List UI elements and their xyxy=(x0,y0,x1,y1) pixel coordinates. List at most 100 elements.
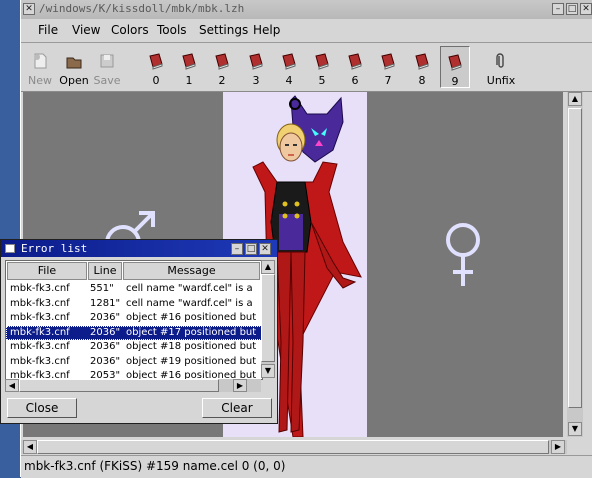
cell-file: mbk-fk3.cnf xyxy=(10,326,70,338)
open-button[interactable]: Open xyxy=(57,46,91,88)
set-label: 1 xyxy=(185,74,193,87)
save-label: Save xyxy=(93,74,121,87)
paperclip-icon xyxy=(496,53,504,68)
toolbar: New Open Save Unfix 0 1 2 3 4 5 6 7 8 9 xyxy=(21,43,592,92)
open-folder-icon xyxy=(66,57,82,69)
error-hscroll-thumb[interactable] xyxy=(19,379,219,392)
minimize-icon[interactable]: – xyxy=(552,3,564,15)
set-2-button[interactable]: 2 xyxy=(207,46,237,88)
book-icon xyxy=(448,54,462,71)
vertical-scroll-thumb[interactable] xyxy=(568,108,582,408)
book-icon xyxy=(348,53,362,70)
error-table[interactable]: File Line Message mbk-fk3.cnf 551" cell na… xyxy=(5,260,263,380)
error-horizontal-scrollbar[interactable]: ◀ ▶ xyxy=(5,379,261,392)
dialog-close-icon[interactable]: ✕ xyxy=(259,243,271,255)
vertical-scrollbar[interactable]: ▲ ▼ xyxy=(567,92,583,437)
book-icon xyxy=(215,53,229,70)
set-label: 0 xyxy=(152,74,160,87)
column-header-message[interactable]: Message xyxy=(123,262,260,280)
new-button[interactable]: New xyxy=(25,46,55,88)
set-9-button[interactable]: 9 xyxy=(440,46,470,88)
error-scroll-down-icon[interactable]: ▼ xyxy=(261,364,275,378)
set-label: 6 xyxy=(351,74,359,87)
book-icon xyxy=(182,53,196,70)
cell-message: cell name "wardf.cel" is a xyxy=(126,297,253,309)
set-5-button[interactable]: 5 xyxy=(307,46,337,88)
set-4-button[interactable]: 4 xyxy=(274,46,304,88)
book-icon xyxy=(149,53,163,70)
close-button[interactable]: Close xyxy=(7,398,77,418)
table-row[interactable]: mbk-fk3.cnf 2036" object #18 positioned bu… xyxy=(6,340,262,354)
menu-colors[interactable]: Colors xyxy=(111,23,149,37)
scroll-down-icon[interactable]: ▼ xyxy=(568,422,582,436)
dialog-minimize-icon[interactable]: – xyxy=(231,243,243,255)
error-scroll-right-icon[interactable]: ▶ xyxy=(233,379,247,392)
cell-file: mbk-fk3.cnf xyxy=(10,355,70,367)
error-list-titlebar[interactable]: Error list – □ ✕ xyxy=(1,240,277,257)
status-text: mbk-fk3.cnf (FKiSS) #159 name.cel 0 (0, … xyxy=(24,459,286,473)
set-0-button[interactable]: 0 xyxy=(141,46,171,88)
close-icon[interactable]: ✕ xyxy=(580,3,592,15)
menu-tools[interactable]: Tools xyxy=(157,23,187,37)
save-disk-icon xyxy=(100,54,114,68)
menu-help[interactable]: Help xyxy=(253,23,280,37)
set-6-button[interactable]: 6 xyxy=(340,46,370,88)
cell-file: mbk-fk3.cnf xyxy=(10,297,70,309)
clear-button[interactable]: Clear xyxy=(202,398,272,418)
set-label: 5 xyxy=(318,74,326,87)
set-3-button[interactable]: 3 xyxy=(241,46,271,88)
scroll-up-icon[interactable]: ▲ xyxy=(568,92,582,106)
menu-file[interactable]: File xyxy=(38,23,58,37)
menu-settings[interactable]: Settings xyxy=(199,23,248,37)
menu-bar: File View Colors Tools Settings Help xyxy=(21,20,592,43)
new-label: New xyxy=(28,74,52,87)
table-row[interactable]: mbk-fk3.cnf 2036" object #17 positioned bu… xyxy=(6,325,262,340)
book-icon xyxy=(381,53,395,70)
book-icon xyxy=(315,53,329,70)
set-label: 7 xyxy=(384,74,392,87)
book-icon xyxy=(249,53,263,70)
status-bar: mbk-fk3.cnf (FKiSS) #159 name.cel 0 (0, … xyxy=(21,455,592,478)
dialog-maximize-icon[interactable]: □ xyxy=(245,243,257,255)
column-header-line[interactable]: Line xyxy=(88,262,122,280)
cell-message: object #19 positioned but xyxy=(126,355,257,367)
error-scroll-left-icon[interactable]: ◀ xyxy=(5,379,19,392)
window-title: /windows/K/kissdoll/mbk/mbk.lzh xyxy=(39,2,245,15)
set-label: 2 xyxy=(218,74,226,87)
horizontal-scrollbar[interactable]: ◀ ▶ xyxy=(21,440,567,454)
error-list-dialog: Error list – □ ✕ File Line Message mbk-f… xyxy=(0,239,278,424)
cell-file: mbk-fk3.cnf xyxy=(10,341,70,352)
window-menu-icon[interactable] xyxy=(5,244,15,253)
table-row[interactable]: mbk-fk3.cnf 2036" object #16 positioned bu… xyxy=(6,311,262,325)
cell-line: 551" xyxy=(90,283,114,294)
cell-line: 1281" xyxy=(90,297,121,309)
scroll-left-icon[interactable]: ◀ xyxy=(23,440,37,454)
set-label: 3 xyxy=(252,74,260,87)
error-scroll-thumb[interactable] xyxy=(261,274,275,362)
horizontal-scroll-thumb[interactable] xyxy=(37,440,549,454)
scroll-right-icon[interactable]: ▶ xyxy=(551,440,565,454)
set-label: 4 xyxy=(285,74,293,87)
set-7-button[interactable]: 7 xyxy=(373,46,403,88)
set-label: 9 xyxy=(451,75,459,88)
unfix-label: Unfix xyxy=(486,74,516,87)
table-row[interactable]: mbk-fk3.cnf 1281" cell name "wardf.cel" is… xyxy=(6,297,262,311)
column-header-file[interactable]: File xyxy=(7,262,87,280)
menu-view[interactable]: View xyxy=(72,23,100,37)
set-8-button[interactable]: 8 xyxy=(407,46,437,88)
error-vertical-scrollbar[interactable]: ▲ ▼ xyxy=(261,260,275,378)
cell-file: mbk-fk3.cnf xyxy=(10,283,70,294)
book-icon xyxy=(415,53,429,70)
unfix-button[interactable]: Unfix xyxy=(483,46,519,88)
title-bar[interactable]: ✕ /windows/K/kissdoll/mbk/mbk.lzh – □ ✕ xyxy=(21,0,592,19)
table-row[interactable]: mbk-fk3.cnf 551" cell name "wardf.cel" is … xyxy=(6,282,262,296)
cell-message: object #18 positioned but xyxy=(126,341,257,352)
close-window-icon[interactable]: ✕ xyxy=(23,3,35,15)
save-button[interactable]: Save xyxy=(92,46,122,88)
cell-message: object #16 positioned but xyxy=(126,312,257,323)
maximize-icon[interactable]: □ xyxy=(566,3,578,15)
table-row[interactable]: mbk-fk3.cnf 2036" object #19 positioned bu… xyxy=(6,355,262,369)
error-scroll-up-icon[interactable]: ▲ xyxy=(261,260,275,274)
female-symbol-icon xyxy=(446,223,480,286)
set-1-button[interactable]: 1 xyxy=(174,46,204,88)
